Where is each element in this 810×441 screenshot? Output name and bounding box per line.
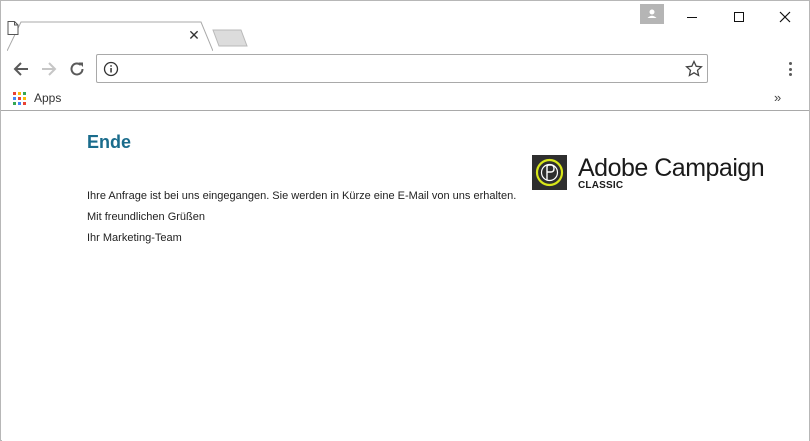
tab-strip: ✕ [1,1,809,51]
window-close-button[interactable] [770,5,800,29]
new-tab-icon [212,29,248,47]
page-content: Ende Adobe Campaign CLASSIC Ihre Anfrage… [2,112,809,441]
menu-dot [788,73,792,76]
maximize-icon [734,12,744,22]
apps-shortcut[interactable]: Apps [13,89,61,107]
greeting-text: Mit freundlichen Grüßen [87,211,205,223]
star-icon[interactable] [685,60,703,78]
signature-text: Ihr Marketing-Team [87,232,182,244]
bookmarks-bar: Apps » [1,87,809,111]
file-icon [7,21,19,35]
window-minimize-button[interactable] [677,5,707,29]
apps-label: Apps [34,91,62,105]
tab-close-button[interactable]: ✕ [187,28,201,42]
new-tab-button[interactable] [211,29,249,47]
adobe-campaign-logo-mark [532,155,567,190]
tab-title [51,29,181,43]
bookmarks-overflow-button[interactable]: » [774,90,781,105]
address-bar[interactable] [96,54,708,83]
browser-toolbar [1,51,809,87]
confirmation-message: Ihre Anfrage ist bei uns eingegangen. Si… [87,190,517,202]
info-icon[interactable] [103,61,119,77]
profile-button[interactable] [640,4,664,24]
minimize-icon [687,17,697,18]
logo-edition: CLASSIC [578,180,624,191]
campaign-logo-icon [535,158,564,187]
window-maximize-button[interactable] [724,5,754,29]
browser-window: ✕ Apps » Ende Adobe Campaign CLASSIC Ihr… [0,0,810,441]
tab-active[interactable]: ✕ [7,21,213,51]
logo-name: Adobe Campaign [578,154,765,182]
menu-dot [788,67,792,71]
forward-button[interactable] [38,58,60,80]
page-title: Ende [87,132,132,152]
adobe-campaign-logo: Adobe Campaign CLASSIC [532,155,765,191]
apps-grid-icon [13,91,26,105]
back-button[interactable] [10,58,32,80]
arrow-left-icon [13,62,28,76]
arrow-right-icon [42,62,57,76]
person-icon [647,9,657,18]
close-icon [779,11,791,23]
reload-button[interactable] [66,58,88,80]
menu-dot [788,62,792,65]
kebab-menu-icon[interactable] [782,59,798,79]
reload-icon [70,62,84,76]
